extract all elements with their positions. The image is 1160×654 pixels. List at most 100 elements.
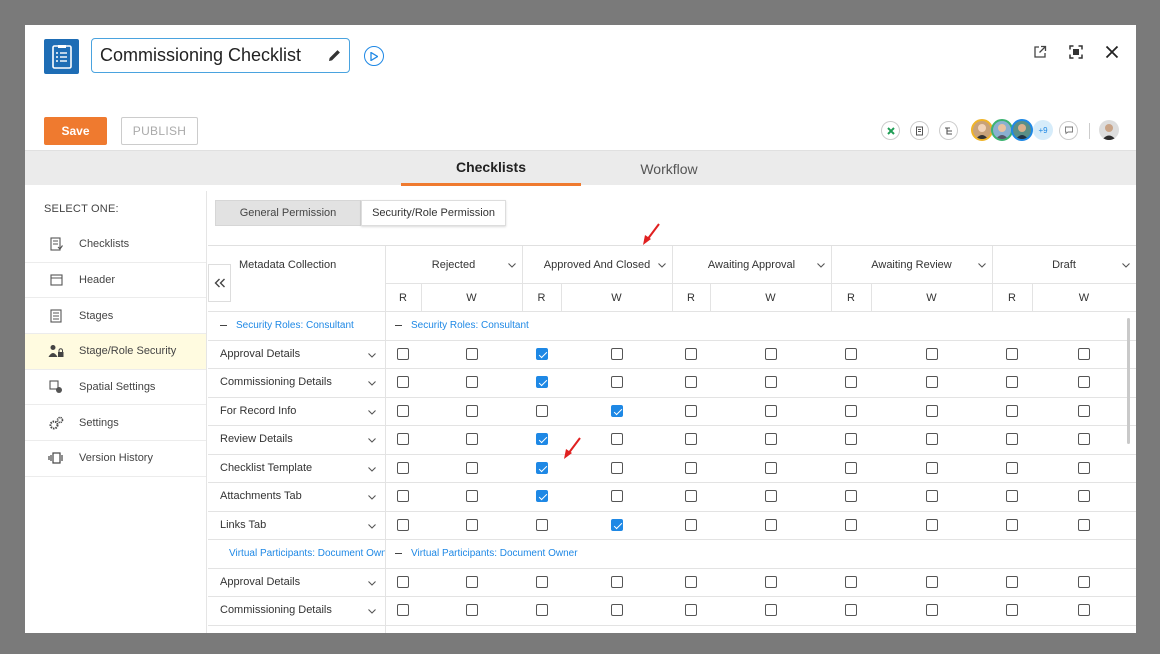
- permission-checkbox[interactable]: [926, 604, 938, 616]
- sidebar-item-header[interactable]: Header: [25, 263, 206, 299]
- permission-checkbox[interactable]: [1078, 433, 1090, 445]
- permission-checkbox[interactable]: [466, 604, 478, 616]
- permission-checkbox[interactable]: [685, 519, 697, 531]
- chevron-down-icon[interactable]: [1122, 259, 1130, 271]
- permission-checkbox[interactable]: [845, 405, 857, 417]
- external-link-icon[interactable]: [1032, 44, 1048, 60]
- permission-checkbox[interactable]: [926, 462, 938, 474]
- column-header-awaiting-approval[interactable]: Awaiting Approval: [672, 246, 831, 283]
- permission-checkbox[interactable]: [926, 576, 938, 588]
- collapse-group-icon[interactable]: [395, 324, 402, 326]
- permission-checkbox[interactable]: [611, 490, 623, 502]
- permission-checkbox[interactable]: [397, 490, 409, 502]
- chevron-down-icon[interactable]: [368, 463, 376, 475]
- close-icon[interactable]: [1104, 44, 1120, 60]
- permission-checkbox[interactable]: [536, 462, 548, 474]
- permission-checkbox[interactable]: [466, 376, 478, 388]
- column-header-approved-and-closed[interactable]: Approved And Closed: [522, 246, 672, 283]
- sidebar-item-version-history[interactable]: Version History: [25, 441, 206, 477]
- permission-checkbox[interactable]: [926, 490, 938, 502]
- column-header-awaiting-review[interactable]: Awaiting Review: [831, 246, 992, 283]
- table-row-label[interactable]: Attachments Tab: [220, 482, 380, 510]
- permission-checkbox[interactable]: [536, 433, 548, 445]
- pencil-icon[interactable]: [319, 49, 349, 62]
- excel-export-icon[interactable]: [881, 121, 900, 140]
- permission-checkbox[interactable]: [536, 490, 548, 502]
- collapse-sidebar-button[interactable]: [208, 264, 231, 302]
- chevron-down-icon[interactable]: [978, 259, 986, 271]
- permission-checkbox[interactable]: [536, 604, 548, 616]
- permission-checkbox[interactable]: [685, 576, 697, 588]
- permission-checkbox[interactable]: [685, 490, 697, 502]
- permission-checkbox[interactable]: [1006, 519, 1018, 531]
- permission-checkbox[interactable]: [765, 348, 777, 360]
- group-header[interactable]: Virtual Participants: Document Owner: [220, 539, 385, 567]
- permission-checkbox[interactable]: [685, 462, 697, 474]
- permission-checkbox[interactable]: [397, 405, 409, 417]
- title-field[interactable]: Commissioning Checklist: [91, 38, 350, 73]
- permission-checkbox[interactable]: [1006, 462, 1018, 474]
- chat-icon[interactable]: [1059, 120, 1078, 140]
- permission-checkbox[interactable]: [1078, 576, 1090, 588]
- table-row-label[interactable]: Approval Details: [220, 340, 380, 368]
- permission-checkbox[interactable]: [685, 348, 697, 360]
- table-row-label[interactable]: Approval Details: [220, 568, 380, 596]
- permission-checkbox[interactable]: [611, 576, 623, 588]
- permission-checkbox[interactable]: [845, 519, 857, 531]
- permission-checkbox[interactable]: [1006, 405, 1018, 417]
- permission-checkbox[interactable]: [926, 376, 938, 388]
- table-row-label[interactable]: [220, 625, 380, 633]
- chevron-down-icon[interactable]: [368, 377, 376, 389]
- table-row-label[interactable]: Review Details: [220, 425, 380, 453]
- collapse-group-icon[interactable]: [395, 552, 402, 554]
- permission-checkbox[interactable]: [685, 405, 697, 417]
- chevron-down-icon[interactable]: [368, 491, 376, 503]
- grid-scrollbar[interactable]: [1127, 318, 1130, 444]
- permission-checkbox[interactable]: [1006, 376, 1018, 388]
- permission-checkbox[interactable]: [397, 376, 409, 388]
- permission-checkbox[interactable]: [765, 604, 777, 616]
- permission-checkbox[interactable]: [466, 490, 478, 502]
- permission-checkbox[interactable]: [611, 376, 623, 388]
- permission-checkbox[interactable]: [685, 376, 697, 388]
- permission-checkbox[interactable]: [926, 519, 938, 531]
- sidebar-item-stage-role-security[interactable]: Stage/Role Security: [25, 334, 206, 370]
- sidebar-item-settings[interactable]: Settings: [25, 405, 206, 442]
- permission-checkbox[interactable]: [685, 433, 697, 445]
- sidebar-item-stages[interactable]: Stages: [25, 298, 206, 335]
- participant-avatars[interactable]: +9: [971, 119, 1078, 141]
- chevron-down-icon[interactable]: [368, 520, 376, 532]
- permission-checkbox[interactable]: [926, 433, 938, 445]
- tab-security-role-permission[interactable]: Security/Role Permission: [361, 200, 506, 226]
- publish-button[interactable]: PUBLISH: [121, 117, 198, 145]
- permission-checkbox[interactable]: [1078, 348, 1090, 360]
- permission-checkbox[interactable]: [845, 604, 857, 616]
- permission-checkbox[interactable]: [1078, 376, 1090, 388]
- chevron-down-icon[interactable]: [817, 259, 825, 271]
- permission-checkbox[interactable]: [926, 348, 938, 360]
- permission-checkbox[interactable]: [536, 348, 548, 360]
- permission-checkbox[interactable]: [611, 405, 623, 417]
- hierarchy-icon[interactable]: [939, 121, 958, 140]
- permission-checkbox[interactable]: [397, 519, 409, 531]
- permission-checkbox[interactable]: [845, 462, 857, 474]
- permission-checkbox[interactable]: [926, 405, 938, 417]
- permission-checkbox[interactable]: [397, 604, 409, 616]
- permission-checkbox[interactable]: [611, 462, 623, 474]
- collapse-group-icon[interactable]: [220, 324, 227, 326]
- chevron-down-icon[interactable]: [368, 349, 376, 361]
- avatar[interactable]: [971, 119, 993, 141]
- more-avatars-badge[interactable]: +9: [1033, 120, 1053, 140]
- permission-checkbox[interactable]: [611, 348, 623, 360]
- permission-checkbox[interactable]: [685, 604, 697, 616]
- permission-checkbox[interactable]: [1006, 490, 1018, 502]
- permission-checkbox[interactable]: [765, 490, 777, 502]
- play-icon[interactable]: [364, 46, 384, 66]
- permission-checkbox[interactable]: [1078, 519, 1090, 531]
- tab-general-permission[interactable]: General Permission: [215, 200, 361, 226]
- permission-checkbox[interactable]: [845, 376, 857, 388]
- tab-workflow[interactable]: Workflow: [609, 151, 729, 186]
- table-row-label[interactable]: Links Tab: [220, 511, 380, 539]
- permission-checkbox[interactable]: [466, 519, 478, 531]
- permission-checkbox[interactable]: [466, 348, 478, 360]
